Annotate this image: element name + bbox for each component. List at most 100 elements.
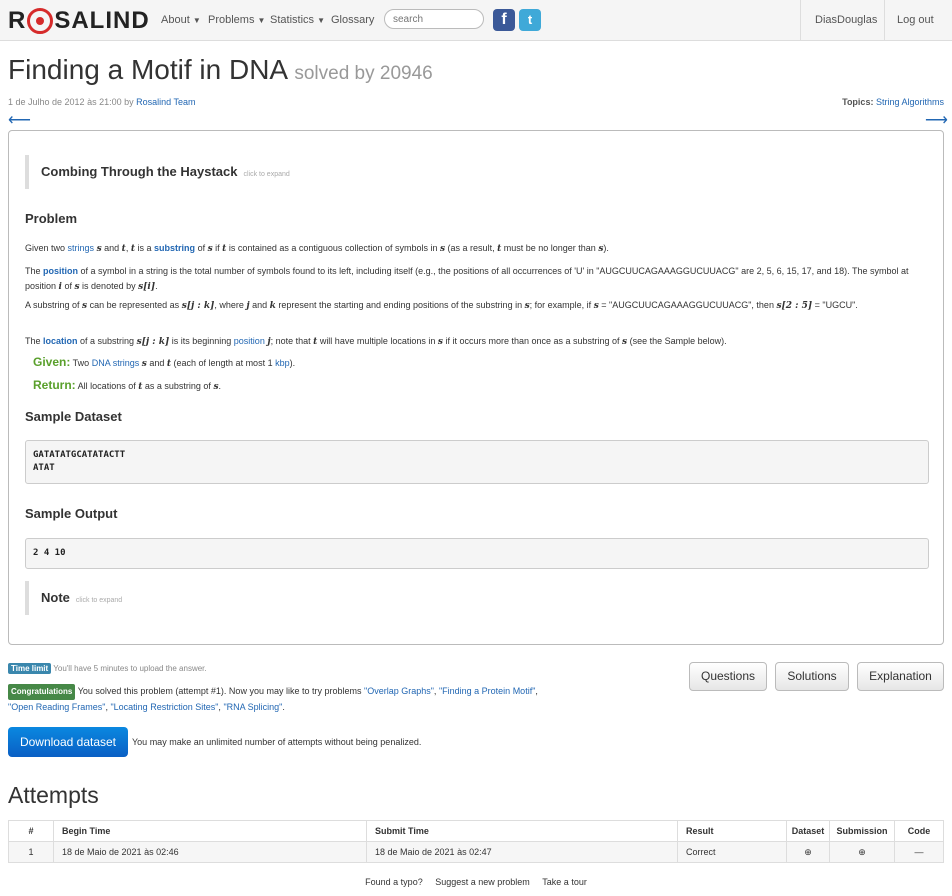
next-problem-link[interactable]: "Locating Restriction Sites": [110, 702, 218, 712]
separator: ,: [433, 686, 437, 696]
next-problem-link[interactable]: "Finding a Protein Motif": [439, 686, 535, 696]
combing-title: Combing Through the Haystack: [41, 164, 238, 179]
facebook-icon[interactable]: f: [493, 9, 515, 31]
twitter-icon[interactable]: t: [519, 9, 541, 31]
search-input[interactable]: [384, 9, 484, 29]
separator: ,: [105, 702, 108, 712]
text: is contained as a contiguous collection …: [226, 243, 440, 253]
text: ; note that: [270, 336, 314, 346]
text: A substring of: [25, 300, 83, 310]
column-header: Dataset: [786, 820, 830, 842]
column-header: Submit Time: [366, 820, 678, 842]
caret-down-icon: ▼: [257, 16, 266, 25]
kbp-link[interactable]: kbp: [275, 358, 290, 368]
text: and: [249, 300, 270, 310]
nav-divider: [884, 0, 885, 40]
substring-link[interactable]: substring: [154, 243, 195, 253]
logo-letters: SALIND: [54, 7, 150, 34]
location-link[interactable]: location: [43, 336, 78, 346]
topic-link[interactable]: String Algorithms: [876, 97, 944, 107]
return-label: Return:: [33, 378, 76, 392]
separator: ,: [535, 686, 538, 696]
attempt-number: 1: [8, 841, 54, 863]
explanation-button[interactable]: Explanation: [857, 662, 944, 691]
text: Given two: [25, 243, 68, 253]
text: .: [155, 281, 158, 291]
column-header: Result: [677, 820, 787, 842]
problem-paragraph-2: The position of a symbol in a string is …: [25, 264, 925, 295]
next-problem-link[interactable]: "Open Reading Frames": [8, 702, 105, 712]
begin-time: 18 de Maio de 2021 às 02:46: [53, 841, 367, 863]
next-problem-link[interactable]: "Overlap Graphs": [364, 686, 434, 696]
text: is its beginning: [169, 336, 234, 346]
problem-heading: Problem: [25, 211, 78, 226]
text: of: [195, 243, 208, 253]
table-header-row: # Begin Time Submit Time Result Dataset …: [8, 820, 944, 842]
found-typo-link[interactable]: Found a typo?: [365, 877, 423, 887]
next-arrow-icon[interactable]: ⟶: [925, 110, 948, 130]
download-dataset-button[interactable]: Download dataset: [8, 727, 128, 757]
topics: Topics: String Algorithms: [842, 97, 944, 107]
code-cell: —: [894, 841, 944, 863]
sample-output-heading: Sample Output: [25, 506, 118, 521]
given-label: Given:: [33, 355, 71, 369]
nav-statistics[interactable]: Statistics ▼: [270, 14, 325, 26]
nav-about-label: About: [161, 14, 190, 26]
nav-about[interactable]: About ▼: [161, 14, 201, 26]
text: and: [146, 358, 167, 368]
separator: .: [282, 702, 285, 712]
note-expander[interactable]: Note click to expand: [25, 581, 122, 615]
take-tour-link[interactable]: Take a tour: [542, 877, 587, 887]
nav-divider: [800, 0, 801, 40]
text: The: [25, 336, 44, 346]
text: .: [218, 381, 222, 391]
position-link[interactable]: position: [234, 336, 265, 346]
user-link[interactable]: DiasDouglas: [815, 14, 877, 26]
column-header: Begin Time: [53, 820, 367, 842]
submit-time: 18 de Maio de 2021 às 02:47: [366, 841, 678, 863]
submission-download-icon[interactable]: ⊕: [829, 841, 895, 863]
next-problem-link[interactable]: "RNA Splicing": [223, 702, 282, 712]
sample-dataset-heading: Sample Dataset: [25, 409, 122, 424]
nav-glossary[interactable]: Glossary: [331, 14, 374, 26]
logout-link[interactable]: Log out: [897, 14, 934, 26]
questions-button[interactable]: Questions: [689, 662, 767, 691]
problem-paragraph-3: A substring of s can be represented as s…: [25, 298, 925, 314]
attempts-heading: Attempts: [8, 782, 99, 808]
congrats-text: You solved this problem (attempt #1). No…: [77, 686, 362, 696]
text: Two: [70, 358, 92, 368]
text: of a substring: [77, 336, 137, 346]
suggest-problem-link[interactable]: Suggest a new problem: [435, 877, 530, 887]
nav-problems[interactable]: Problems ▼: [208, 14, 265, 26]
problem-paragraph-1: Given two strings s and t, t is a substr…: [25, 241, 925, 257]
text: if: [212, 243, 223, 253]
logo-o-icon: [27, 8, 54, 34]
top-navbar: R SALIND About ▼ Problems ▼ Statistics ▼…: [0, 0, 952, 41]
time-limit-text: You'll have 5 minutes to upload the answ…: [53, 664, 207, 673]
text: ).: [289, 358, 296, 368]
math-s-2-5: s[2 : 5]: [776, 301, 813, 311]
position-link[interactable]: position: [43, 266, 78, 276]
attempts-table: # Begin Time Submit Time Result Dataset …: [8, 820, 944, 863]
footer: Found a typo? Suggest a new problem Take…: [0, 877, 952, 887]
text: as a substring of: [142, 381, 214, 391]
time-limit-badge: Time limit: [8, 663, 52, 674]
text: will have multiple locations in: [317, 336, 438, 346]
problem-date: 1 de Julho de 2012 às 21:00 by: [8, 97, 134, 107]
text: of: [61, 281, 75, 291]
text: = "UGCU".: [812, 300, 858, 310]
solved-count[interactable]: solved by 20946: [294, 63, 432, 84]
dataset-download-icon[interactable]: ⊕: [786, 841, 830, 863]
strings-link[interactable]: strings: [68, 243, 95, 253]
dna-strings-link[interactable]: DNA strings: [92, 358, 140, 368]
note-title: Note: [41, 590, 70, 605]
solutions-button[interactable]: Solutions: [775, 662, 849, 691]
text: ).: [603, 243, 609, 253]
download-note: You may make an unlimited number of atte…: [132, 737, 422, 747]
text: ; for example, if: [529, 300, 594, 310]
author-link[interactable]: Rosalind Team: [136, 97, 195, 107]
prev-arrow-icon[interactable]: ⟵: [8, 110, 31, 130]
caret-down-icon: ▼: [192, 16, 201, 25]
rosalind-logo[interactable]: R SALIND: [8, 7, 150, 35]
combing-expander[interactable]: Combing Through the Haystack click to exp…: [25, 155, 290, 189]
